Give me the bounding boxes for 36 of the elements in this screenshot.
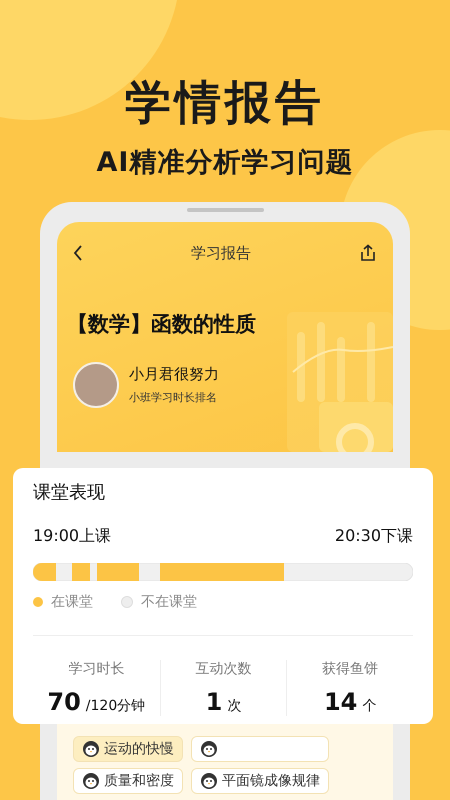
- user-caption: 小班学习时长排名: [129, 390, 218, 405]
- penguin-icon: [200, 740, 218, 758]
- topic-label: 质量和密度: [104, 772, 174, 790]
- headline: 学情报告: [125, 74, 325, 131]
- nav-title: 学习报告: [191, 244, 251, 262]
- stat-value: 70: [47, 688, 81, 716]
- topic-chip[interactable]: 平面镜成像规律: [191, 768, 329, 794]
- stat-label: 互动次数: [195, 660, 252, 678]
- topic-chip[interactable]: [191, 736, 329, 762]
- topic-chip[interactable]: 运动的快慢: [73, 736, 183, 762]
- topic-label: 运动的快慢: [104, 740, 174, 758]
- legend-dot: [121, 596, 133, 608]
- subheadline: AI精准分析学习问题: [96, 146, 354, 180]
- legend-dot: [33, 597, 43, 607]
- stat-unit: 个: [362, 697, 376, 715]
- topic-label: 平面镜成像规律: [222, 772, 320, 790]
- penguin-icon: [82, 740, 100, 758]
- end-time: 20:30下课: [334, 526, 413, 547]
- stat-label: 学习时长: [68, 660, 124, 678]
- stat-unit: 次: [227, 697, 242, 715]
- stat-value: 1: [206, 688, 222, 716]
- share-icon[interactable]: [359, 244, 377, 262]
- topic-chip[interactable]: 质量和密度: [73, 768, 183, 794]
- start-time: 19:00上课: [33, 526, 112, 547]
- card-title: 课堂表现: [33, 481, 106, 504]
- stat-unit: /120分钟: [86, 697, 146, 715]
- legend-label: 不在课堂: [141, 593, 197, 611]
- report-title: 【数学】函数的性质: [67, 311, 257, 338]
- penguin-icon: [200, 772, 218, 790]
- stat-value: 14: [324, 688, 358, 716]
- user-name: 小月君很努力: [129, 365, 219, 384]
- stat-label: 获得鱼饼: [322, 660, 378, 678]
- penguin-icon: [82, 772, 100, 790]
- legend-label: 在课堂: [51, 593, 93, 611]
- avatar-photo-placeholder: [73, 362, 119, 408]
- back-icon[interactable]: [73, 245, 83, 261]
